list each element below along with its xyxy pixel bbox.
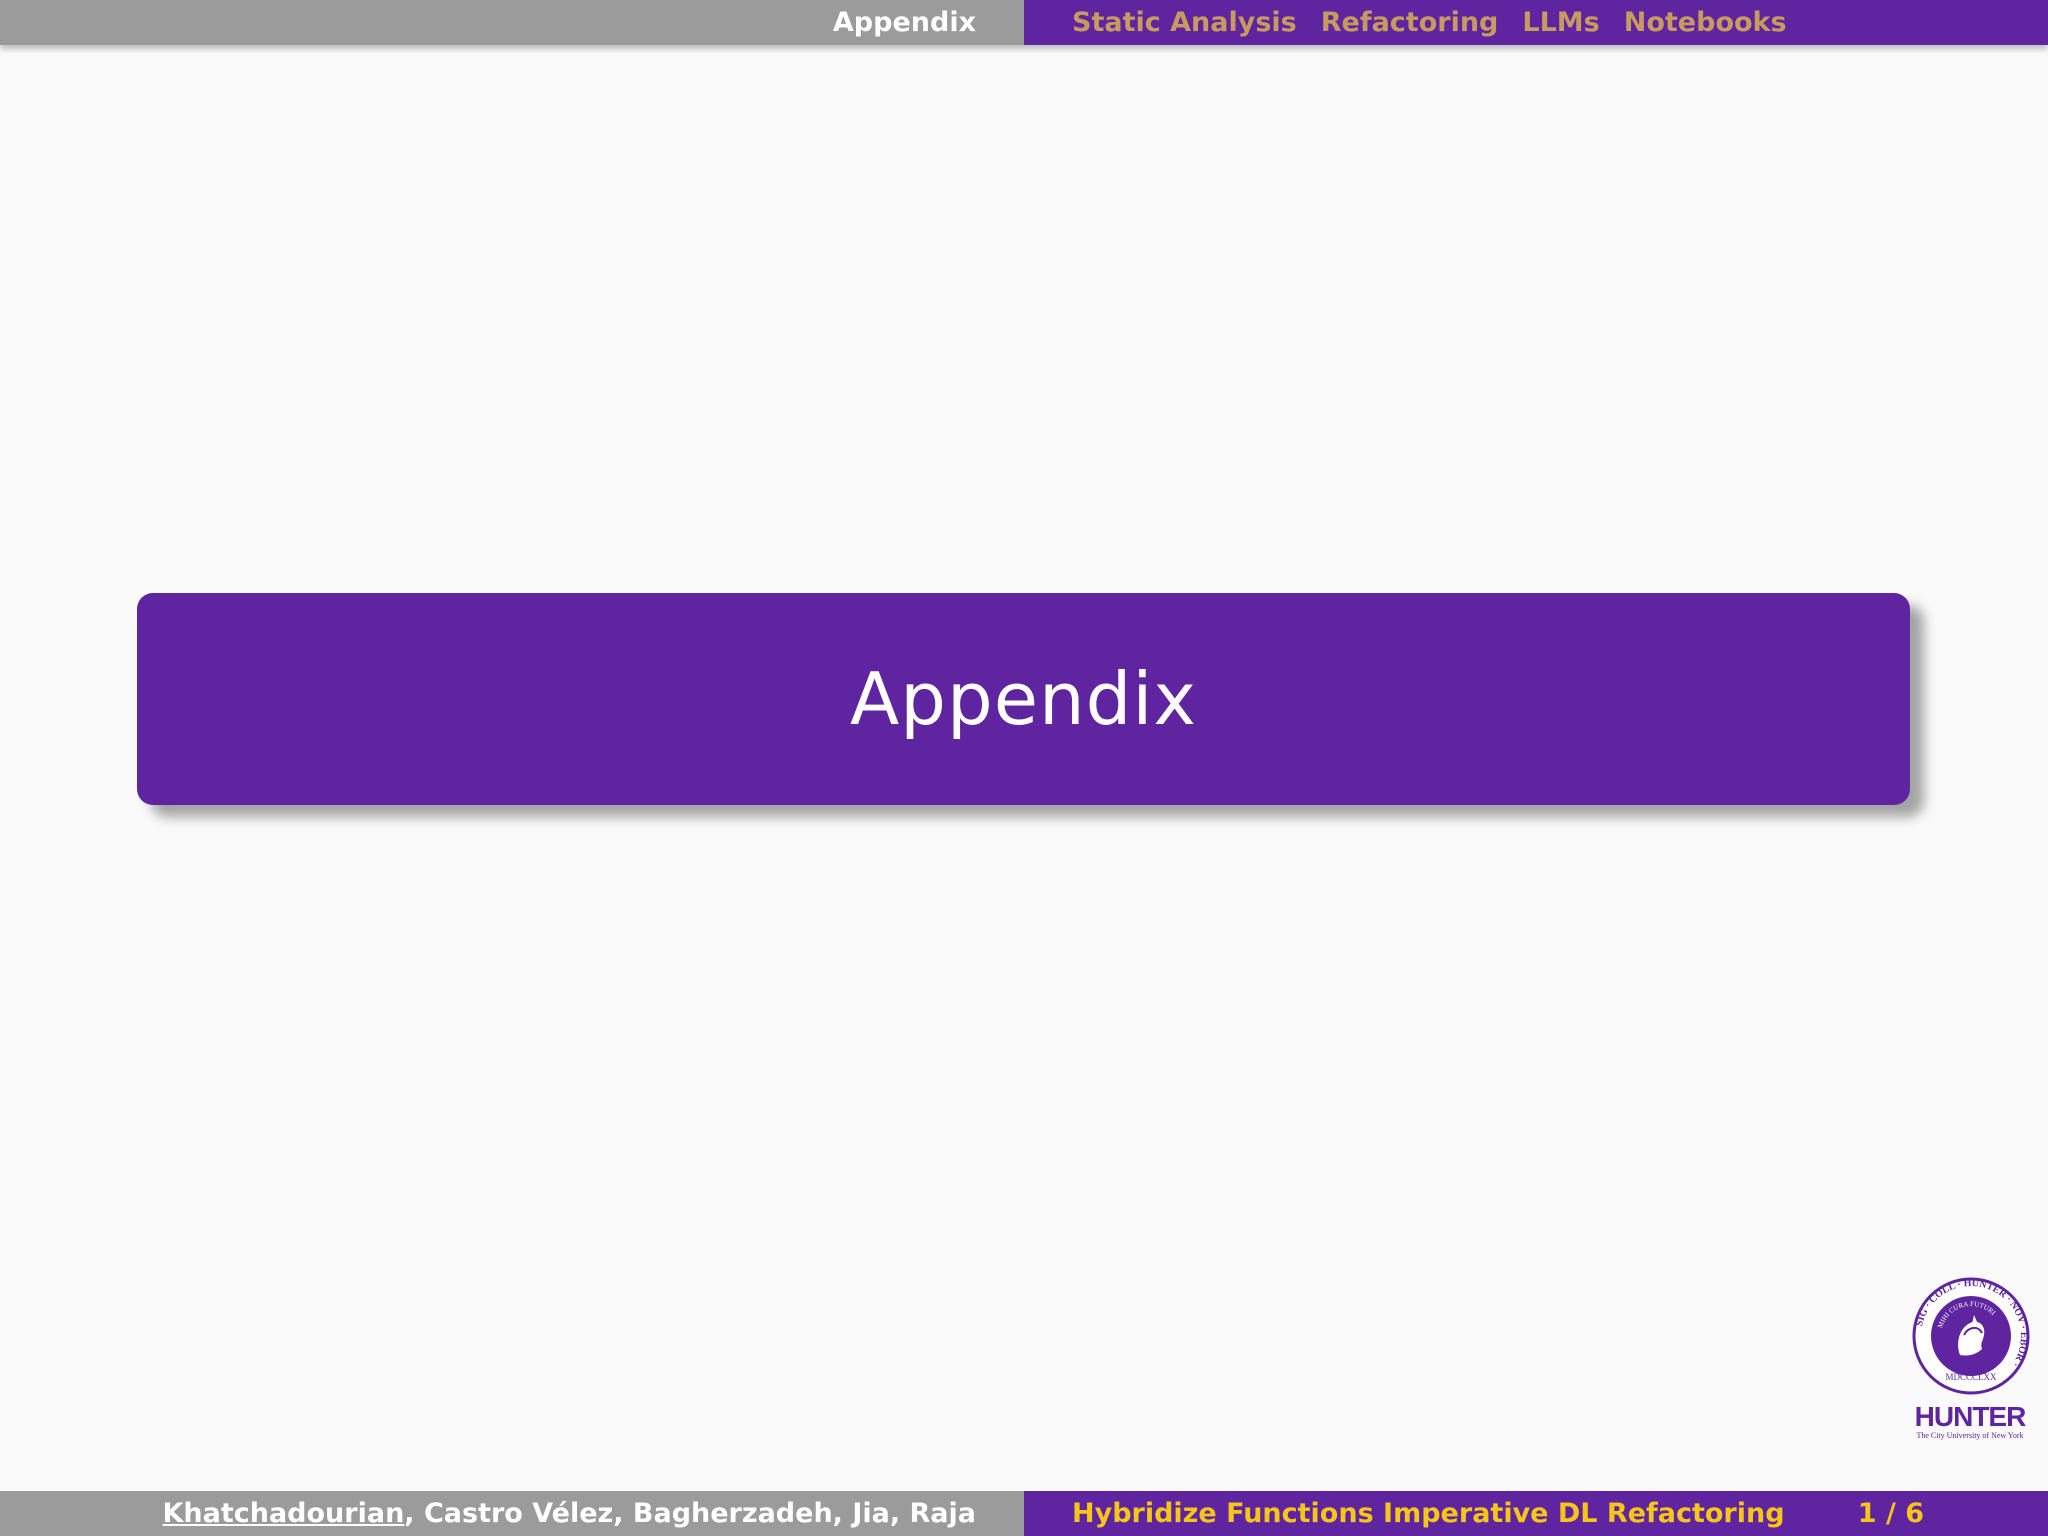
footer-authors: Khatchadourian, Castro Vélez, Bagherzade… xyxy=(0,1491,1024,1536)
section-title-box: Appendix xyxy=(137,593,1910,805)
section-title: Appendix xyxy=(850,657,1197,741)
nav-item-llms[interactable]: LLMs xyxy=(1522,7,1599,38)
nav-item-refactoring[interactable]: Refactoring xyxy=(1321,7,1499,38)
current-section-label[interactable]: Appendix xyxy=(833,7,976,38)
svg-text:MDCCCLXX: MDCCCLXX xyxy=(1945,1372,1997,1382)
hunter-subline: The City University of New York xyxy=(1916,1431,2024,1440)
header-bar: Appendix Static Analysis Refactoring LLM… xyxy=(0,0,2048,45)
footer-title-panel: Hybridize Functions Imperative DL Refact… xyxy=(1024,1491,2048,1536)
page-number: 1 / 6 xyxy=(1857,1498,1924,1529)
nav-item-notebooks[interactable]: Notebooks xyxy=(1624,7,1787,38)
footer-short-title[interactable]: Hybridize Functions Imperative DL Refact… xyxy=(1072,1498,1785,1529)
header-nav-panel: Static Analysis Refactoring LLMs Noteboo… xyxy=(1024,0,2048,45)
hunter-wordmark: HUNTER xyxy=(1914,1401,2027,1432)
footer-bar: Khatchadourian, Castro Vélez, Bagherzade… xyxy=(0,1491,2048,1536)
lead-author-link[interactable]: Khatchadourian xyxy=(162,1498,404,1529)
other-authors: , Castro Vélez, Bagherzadeh, Jia, Raja xyxy=(404,1498,976,1529)
hunter-seal-icon: SIG · COLL · HUNTER · NOV · EBOR · MIHI … xyxy=(1912,1277,2030,1395)
nav-item-static-analysis[interactable]: Static Analysis xyxy=(1072,7,1297,38)
header-section-panel: Appendix xyxy=(0,0,1024,45)
hunter-logo: SIG · COLL · HUNTER · NOV · EBOR · MIHI … xyxy=(1906,1277,2034,1441)
